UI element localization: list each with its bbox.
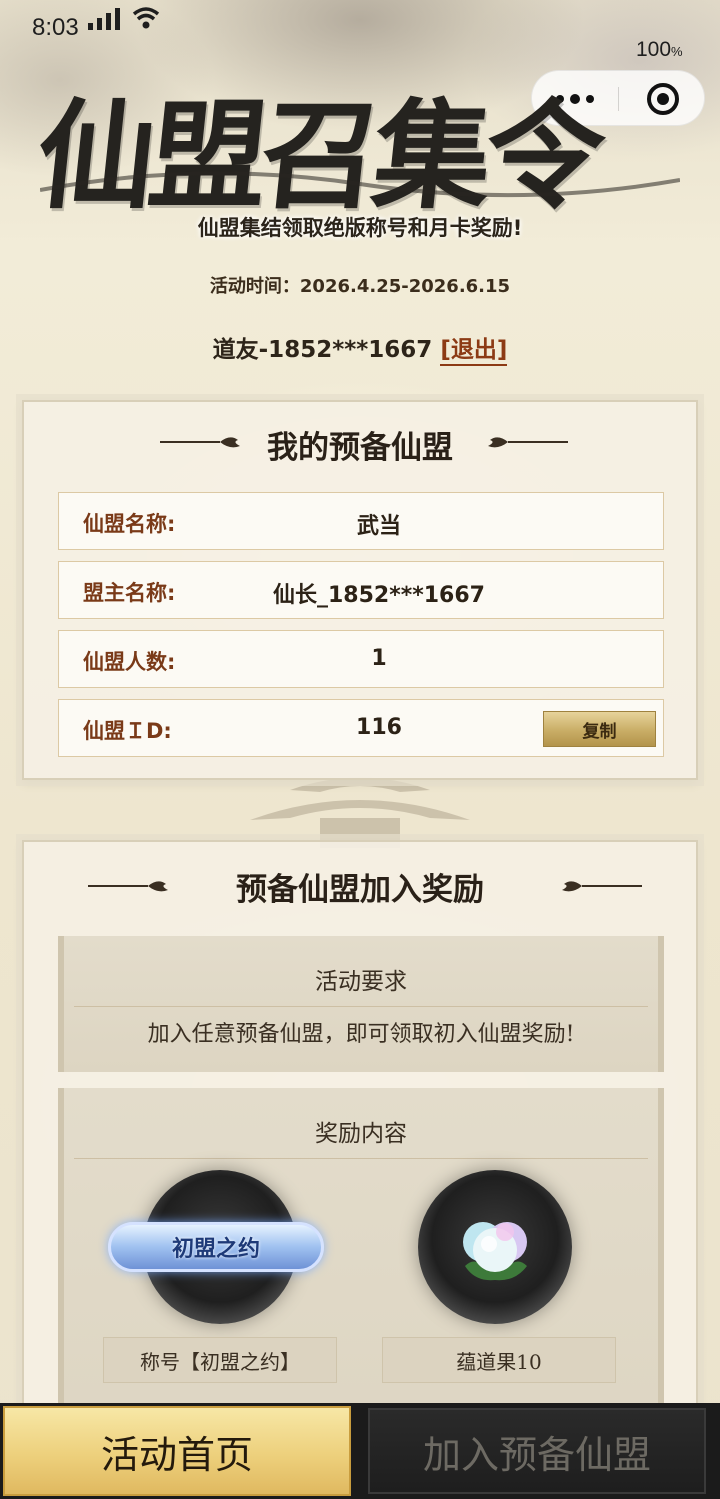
leader-name-label: 盟主名称: bbox=[83, 581, 176, 605]
status-time: 8:03 bbox=[32, 14, 79, 41]
subtitle: 仙盟集结领取绝版称号和月卡奖励! bbox=[197, 216, 523, 240]
copy-id-button[interactable]: 复制 bbox=[543, 711, 656, 747]
title-ornament-right bbox=[488, 437, 568, 448]
my-alliance-title: 我的预备仙盟 bbox=[267, 430, 453, 466]
scroll-divider bbox=[74, 1006, 648, 1007]
alliance-id-row: 仙盟ＩD: 116 复制 bbox=[58, 699, 664, 757]
alliance-name-row: 仙盟名称: 武当 bbox=[58, 492, 664, 550]
signal-icon bbox=[88, 8, 120, 30]
alliance-name-label: 仙盟名称: bbox=[83, 512, 176, 536]
event-time: 活动时间：2026.4.25-2026.6.15 bbox=[209, 276, 511, 297]
scroll-divider bbox=[74, 1158, 648, 1159]
tab-join-alliance[interactable]: 加入预备仙盟 bbox=[368, 1408, 706, 1494]
tab-event-home[interactable]: 活动首页 bbox=[3, 1406, 351, 1496]
wifi-icon bbox=[132, 7, 160, 29]
reward-fruit-label: 蕴道果10 bbox=[382, 1337, 616, 1383]
alliance-id-value: 116 bbox=[356, 715, 402, 740]
logout-link[interactable]: [退出] bbox=[440, 337, 508, 366]
user-name: 道友-1852***1667 bbox=[212, 337, 433, 363]
user-line: 道友-1852***1667 [退出] bbox=[0, 330, 720, 366]
requirement-scroll: 活动要求 加入任意预备仙盟，即可领取初入仙盟奖励! bbox=[58, 936, 664, 1072]
battery-level: 100% bbox=[636, 38, 683, 61]
leader-name-row: 盟主名称: 仙长_1852***1667 bbox=[58, 561, 664, 619]
member-count-value: 1 bbox=[371, 646, 387, 671]
requirement-text: 加入任意预备仙盟，即可领取初入仙盟奖励! bbox=[147, 1022, 575, 1047]
my-alliance-panel: 我的预备仙盟 仙盟名称: 武当 盟主名称: 仙长_1852***1667 仙盟人… bbox=[22, 400, 698, 780]
leader-name-value: 仙长_1852***1667 bbox=[273, 583, 485, 608]
requirement-heading: 活动要求 bbox=[315, 969, 407, 995]
brush-stroke-decoration bbox=[40, 171, 680, 198]
member-count-row: 仙盟人数: 1 bbox=[58, 630, 664, 688]
member-count-label: 仙盟人数: bbox=[83, 650, 176, 674]
peach-fruit-icon bbox=[463, 1222, 527, 1281]
alliance-name-value: 武当 bbox=[356, 514, 401, 539]
reward-content-heading: 奖励内容 bbox=[315, 1121, 407, 1147]
alliance-id-label: 仙盟ＩD: bbox=[83, 719, 172, 743]
reward-title-label: 称号【初盟之约】 bbox=[103, 1337, 337, 1383]
title-badge-icon: 初盟之约 bbox=[108, 1222, 324, 1272]
title-ornament-right bbox=[562, 881, 642, 892]
